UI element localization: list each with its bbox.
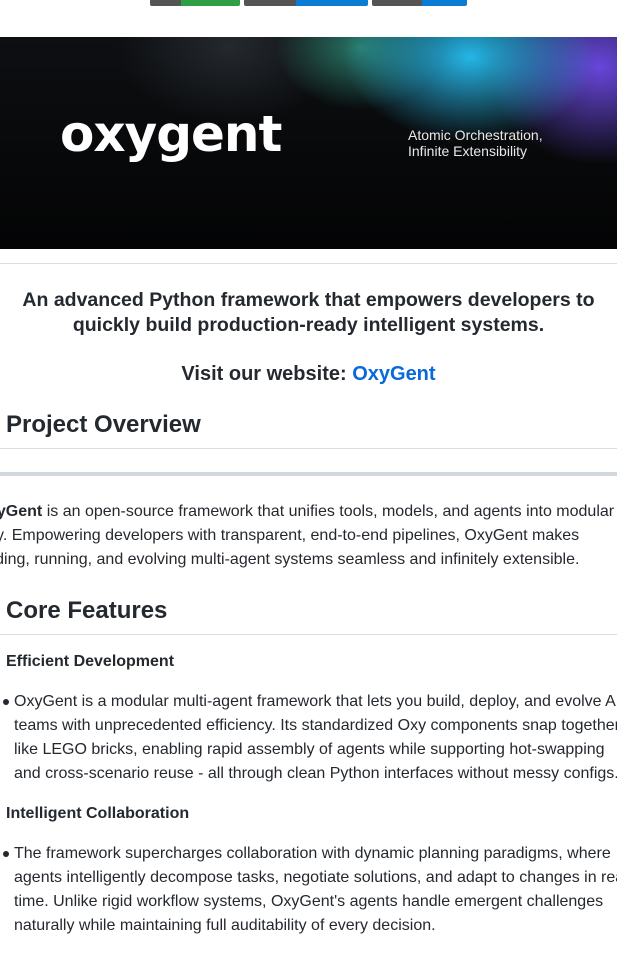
- feature-title: Intelligent Collaboration: [6, 805, 190, 822]
- feature-text-line: teams with unprecedented efficiency. Its…: [14, 717, 617, 734]
- feature-title: Efficient Development: [6, 653, 175, 670]
- feature-text-line: and cross-scenario reuse - all through c…: [14, 765, 617, 782]
- tagline-line-1: Atomic Orchestration,: [408, 127, 543, 143]
- tagline-line-2: Infinite Extensibility: [408, 143, 528, 159]
- heading-underline: [0, 634, 617, 635]
- feature-text-line: like LEGO bricks, enabling rapid assembl…: [14, 741, 605, 758]
- visit-label: Visit our website:: [181, 363, 353, 385]
- heading-underline: [0, 448, 617, 449]
- core-features-title: Core Features: [6, 597, 168, 624]
- feature-heading-efficient-development: Efficient Development: [0, 651, 617, 673]
- badge-license[interactable]: [244, 0, 368, 6]
- oxygent-banner-image: oxygent Atomic Orchestration, Infinite E…: [0, 37, 617, 249]
- feature-heading-intelligent-collaboration: Intelligent Collaboration: [0, 803, 617, 825]
- bullet-dot: [3, 851, 9, 857]
- divider-thick: [0, 472, 617, 476]
- overview-line-1: is an open-source framework that unifies…: [42, 503, 615, 520]
- divider: [0, 263, 617, 264]
- lead-heading: An advanced Python framework that empowe…: [0, 288, 617, 338]
- feature-text-line: time. Unlike rigid workflow systems, Oxy…: [14, 893, 604, 910]
- overview-line-2: xy. Empowering developers with transpare…: [0, 527, 580, 544]
- project-overview-title: Project Overview: [6, 411, 201, 438]
- feature-text-line: OxyGent is a modular multi-agent framewo…: [14, 693, 617, 710]
- feature-text-line: agents intelligently decompose tasks, ne…: [14, 869, 617, 886]
- badge-pypi[interactable]: [372, 0, 467, 6]
- badge-build[interactable]: [150, 0, 240, 6]
- bullet-dot: [3, 699, 9, 705]
- website-link[interactable]: OxyGent: [352, 363, 435, 385]
- feature-text-line: The framework supercharges collaboration…: [14, 845, 611, 862]
- oxygent-logo: oxygent: [60, 105, 282, 163]
- overview-line-3: ilding, running, and evolving multi-agen…: [0, 551, 580, 568]
- project-overview-heading: Project Overview: [0, 410, 617, 440]
- feature-text-line: naturally while maintaining full auditab…: [14, 917, 436, 934]
- banner-tagline: Atomic Orchestration, Infinite Extensibi…: [408, 127, 588, 159]
- lead-line-2: quickly build production-ready intellige…: [72, 314, 545, 336]
- lead-line-1: An advanced Python framework that empowe…: [22, 289, 595, 311]
- core-features-heading: Core Features: [0, 596, 617, 626]
- oxygent-bold-name: xyGent: [0, 503, 43, 520]
- visit-website: Visit our website: OxyGent: [0, 361, 617, 387]
